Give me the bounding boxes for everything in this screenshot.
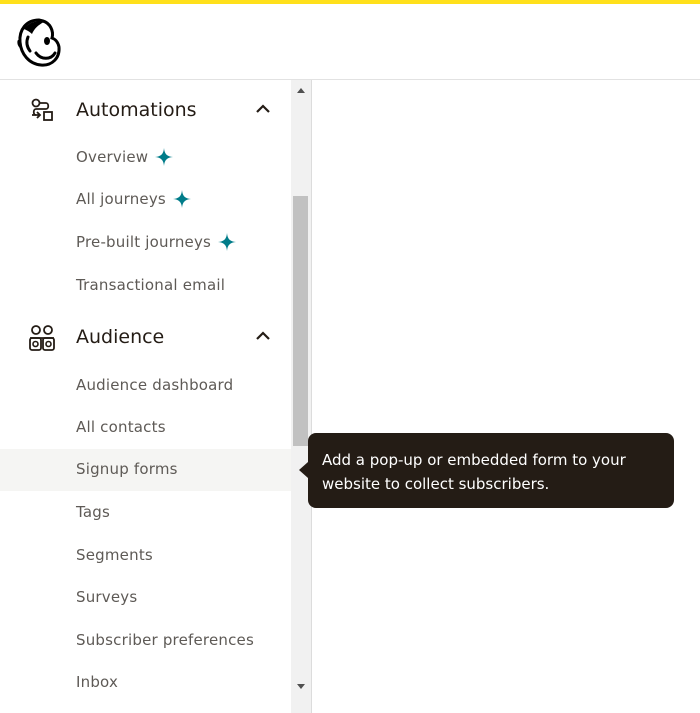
sidebar-item-pre-built-journeys[interactable]: Pre-built journeys [0,223,291,265]
audience-icon [29,325,55,351]
sidebar-scrollbar[interactable] [291,80,311,713]
automations-icon [31,98,53,121]
sparkle-icon [218,233,237,251]
sidebar-item-label: Pre-built journeys [76,233,212,251]
sidebar-item-overview[interactable]: Overview [0,138,291,180]
sidebar-section-automations[interactable]: Automations [0,85,291,135]
app-header [0,4,700,80]
sidebar-item-subscriber-preferences[interactable]: Subscriber preferences [0,620,291,662]
sidebar-item-audience-dashboard[interactable]: Audience dashboard [0,365,291,407]
sidebar-item-label: Overview [76,148,149,166]
sidebar-nav: Automations Overview All journeys Pre-bu… [0,80,291,713]
sidebar-item-transactional-email[interactable]: Transactional email [0,265,291,307]
sidebar-item-label: Tags [76,503,111,521]
sidebar-section-label: Automations [76,99,197,121]
sidebar-item-label: Audience dashboard [76,376,234,394]
sidebar-item-label: Segments [76,546,153,564]
scrollbar-thumb[interactable] [293,196,308,446]
sidebar-item-label: Subscriber preferences [76,631,254,649]
sparkle-icon [172,190,191,208]
tooltip-text-line: Add a pop-up or embedded form to your [322,451,626,469]
sidebar-item-label: All journeys [76,190,166,208]
sidebar-item-label: Signup forms [76,460,178,478]
sidebar-item-label: Inbox [76,673,119,691]
sidebar-item-label: Transactional email [76,276,226,294]
scroll-down-arrow-icon[interactable] [297,684,305,689]
signup-forms-tooltip: Add a pop-up or embedded form to your we… [308,433,674,508]
sidebar-item-segments[interactable]: Segments [0,535,291,577]
chevron-up-icon[interactable] [254,100,272,118]
tooltip-pointer [299,462,308,478]
mailchimp-logo[interactable] [14,17,64,69]
sidebar-item-label: All contacts [76,418,166,436]
sidebar-item-all-contacts[interactable]: All contacts [0,407,291,449]
sidebar-item-signup-forms[interactable]: Signup forms [0,449,291,491]
sidebar-divider [311,80,312,713]
sidebar-section-audience[interactable]: Audience [0,312,291,362]
tooltip-text-line: website to collect subscribers. [322,475,550,493]
sidebar-section-label: Audience [76,326,165,348]
sidebar-item-inbox[interactable]: Inbox [0,662,291,704]
chevron-up-icon[interactable] [254,327,272,345]
sidebar-item-label: Surveys [76,588,138,606]
sidebar-item-surveys[interactable]: Surveys [0,577,291,619]
sidebar-item-tags[interactable]: Tags [0,492,291,534]
sparkle-icon [155,148,174,166]
scroll-up-arrow-icon[interactable] [297,88,305,93]
sidebar-item-all-journeys[interactable]: All journeys [0,180,291,222]
